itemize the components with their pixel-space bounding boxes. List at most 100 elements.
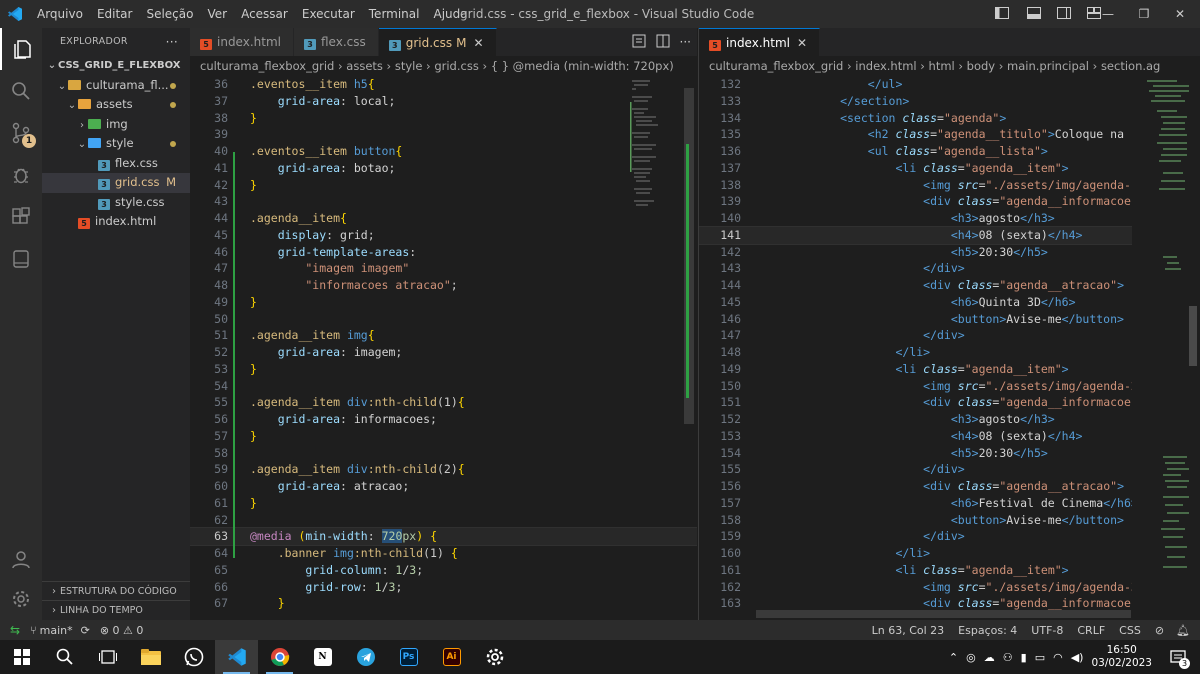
code-line[interactable]: 138 <img src="./assets/img/agenda-1.png": [699, 177, 1132, 194]
wifi-icon[interactable]: ◠: [1053, 651, 1063, 664]
outline-section[interactable]: › ESTRUTURA DO CÓDIGO: [42, 581, 190, 600]
battery-icon[interactable]: ▭: [1035, 651, 1045, 664]
code-line[interactable]: 49}: [190, 294, 697, 311]
onedrive-icon[interactable]: ⚇: [1003, 651, 1013, 664]
account-icon[interactable]: [0, 538, 42, 580]
live-share-icon[interactable]: ⊘: [1155, 624, 1164, 637]
code-line[interactable]: 61}: [190, 495, 697, 512]
code-line[interactable]: 144 <div class="agenda__atracao">: [699, 277, 1132, 294]
line-ending[interactable]: CRLF: [1077, 624, 1105, 637]
code-line[interactable]: 158 <button>Avise-me</button>: [699, 512, 1132, 529]
remote-icon[interactable]: ⇆: [0, 623, 30, 637]
whatsapp-icon[interactable]: [172, 640, 215, 674]
code-line[interactable]: 38}: [190, 110, 697, 127]
language-mode[interactable]: CSS: [1119, 624, 1141, 637]
source-control-icon[interactable]: 1: [0, 112, 42, 154]
remote-explorer-icon[interactable]: [0, 238, 42, 280]
settings-gear-icon[interactable]: [473, 640, 516, 674]
close-window-button[interactable]: ✕: [1162, 7, 1198, 21]
code-line[interactable]: 40 .eventos__item button{: [190, 143, 697, 160]
indentation[interactable]: Espaços: 4: [958, 624, 1017, 637]
code-line[interactable]: 37 grid-area: local;: [190, 93, 697, 110]
breadcrumb-item[interactable]: section.ag: [1101, 59, 1160, 73]
horizontal-scrollbar[interactable]: [756, 610, 1131, 618]
code-line[interactable]: 152 <h3>agosto</h3>: [699, 411, 1132, 428]
chrome-icon[interactable]: [258, 640, 301, 674]
minimize-button[interactable]: —: [1090, 7, 1126, 21]
code-line[interactable]: 161 <li class="agenda__item">: [699, 562, 1132, 579]
code-line[interactable]: 42}: [190, 177, 697, 194]
workspace-root[interactable]: ⌄ CSS_GRID_E_FLEXBOX: [42, 56, 190, 76]
code-line[interactable]: 50: [190, 311, 697, 328]
code-line[interactable]: 67 }: [190, 595, 697, 612]
minimap[interactable]: [1133, 76, 1199, 620]
tree-item[interactable]: 3 flex.css: [42, 154, 190, 174]
code-line[interactable]: 41 grid-area: botao;: [190, 160, 697, 177]
more-actions-icon[interactable]: ···: [166, 28, 178, 56]
tree-item[interactable]: ⌄ assets: [42, 95, 190, 115]
run-debug-icon[interactable]: [0, 154, 42, 196]
menu-item-ver[interactable]: Ver: [200, 0, 234, 28]
code-line[interactable]: 136 <ul class="agenda__lista">: [699, 143, 1132, 160]
code-line[interactable]: 46 grid-template-areas:: [190, 244, 697, 261]
problems-indicator[interactable]: ⊗ 0 ⚠ 0: [100, 624, 144, 637]
code-line[interactable]: 160 </li>: [699, 545, 1132, 562]
menu-item-editar[interactable]: Editar: [90, 0, 140, 28]
code-line[interactable]: 54: [190, 378, 697, 395]
toggle-sidebar-icon[interactable]: [995, 7, 1019, 21]
code-line[interactable]: 66 grid-row: 1/3;: [190, 579, 697, 596]
code-line[interactable]: 151 <div class="agenda__informacoes">: [699, 394, 1132, 411]
code-line[interactable]: 47 "imagem imagem": [190, 260, 697, 277]
breadcrumb-item[interactable]: body: [967, 59, 995, 73]
sync-icon[interactable]: ⟳: [81, 624, 90, 637]
photoshop-icon[interactable]: Ps: [387, 640, 430, 674]
branch-label[interactable]: main*: [40, 624, 73, 637]
breadcrumb-item[interactable]: culturama_flexbox_grid: [709, 59, 843, 73]
code-editor[interactable]: 36 .eventos__item h5{37 grid-area: local;…: [190, 76, 697, 620]
code-line[interactable]: 58: [190, 445, 697, 462]
task-view-icon[interactable]: [86, 640, 129, 674]
tree-item[interactable]: ⌄ culturama_fl...: [42, 76, 190, 96]
code-line[interactable]: 57}: [190, 428, 697, 445]
open-preview-icon[interactable]: [632, 34, 646, 51]
code-line[interactable]: 145 <h6>Quinta 3D</h6>: [699, 294, 1132, 311]
code-line[interactable]: 44 .agenda__item{: [190, 210, 697, 227]
code-line[interactable]: 147 </div>: [699, 327, 1132, 344]
menu-item-terminal[interactable]: Terminal: [362, 0, 427, 28]
code-line[interactable]: 39: [190, 126, 697, 143]
breadcrumb-item[interactable]: grid.css: [434, 59, 478, 73]
search-icon[interactable]: [43, 640, 86, 674]
tree-item[interactable]: 3 style.css: [42, 193, 190, 213]
volume-icon[interactable]: ◀): [1071, 651, 1084, 664]
code-line[interactable]: 64 .banner img:nth-child(1) {: [190, 545, 697, 562]
code-line[interactable]: 155 </div>: [699, 461, 1132, 478]
code-line[interactable]: 60 grid-area: atracao;: [190, 478, 697, 495]
editor-tab[interactable]: 3 flex.css: [293, 28, 379, 56]
editor-tab[interactable]: 3 grid.css M ✕: [378, 28, 497, 56]
code-line[interactable]: 162 <img src="./assets/img/agenda-3.png": [699, 579, 1132, 596]
code-line[interactable]: 141 <h4>08 (sexta)</h4>: [699, 225, 1132, 245]
notifications-bell-icon[interactable]: 🔔︎: [1176, 624, 1190, 637]
code-line[interactable]: 59 .agenda__item div:nth-child(2){: [190, 461, 697, 478]
code-line[interactable]: 43: [190, 193, 697, 210]
code-line[interactable]: 132 </ul>: [699, 76, 1132, 93]
code-line[interactable]: 143 </div>: [699, 260, 1132, 277]
search-icon[interactable]: [0, 70, 42, 112]
code-line[interactable]: 62: [190, 512, 697, 529]
code-line[interactable]: 159 </div>: [699, 528, 1132, 545]
code-line[interactable]: 135 <h2 class="agenda__titulo">Coloque n…: [699, 126, 1132, 143]
code-line[interactable]: 52 grid-area: imagem;: [190, 344, 697, 361]
code-line[interactable]: 148 </li>: [699, 344, 1132, 361]
code-line[interactable]: 156 <div class="agenda__atracao">: [699, 478, 1132, 495]
code-line[interactable]: 149 <li class="agenda__item">: [699, 361, 1132, 378]
settings-gear-icon[interactable]: [0, 578, 42, 620]
breadcrumb-item[interactable]: main.principal: [1007, 59, 1089, 73]
menu-item-arquivo[interactable]: Arquivo: [30, 0, 90, 28]
tree-item[interactable]: ⌄ style: [42, 134, 190, 154]
code-line[interactable]: 63 @media (min-width: 720px) {: [190, 527, 697, 546]
toggle-panel-icon[interactable]: [1027, 7, 1051, 21]
tree-item[interactable]: 5 index.html: [42, 212, 190, 232]
breadcrumb-item[interactable]: index.html: [855, 59, 916, 73]
clock[interactable]: 16:50 03/02/2023: [1091, 644, 1152, 670]
split-editor-icon[interactable]: [656, 34, 670, 51]
